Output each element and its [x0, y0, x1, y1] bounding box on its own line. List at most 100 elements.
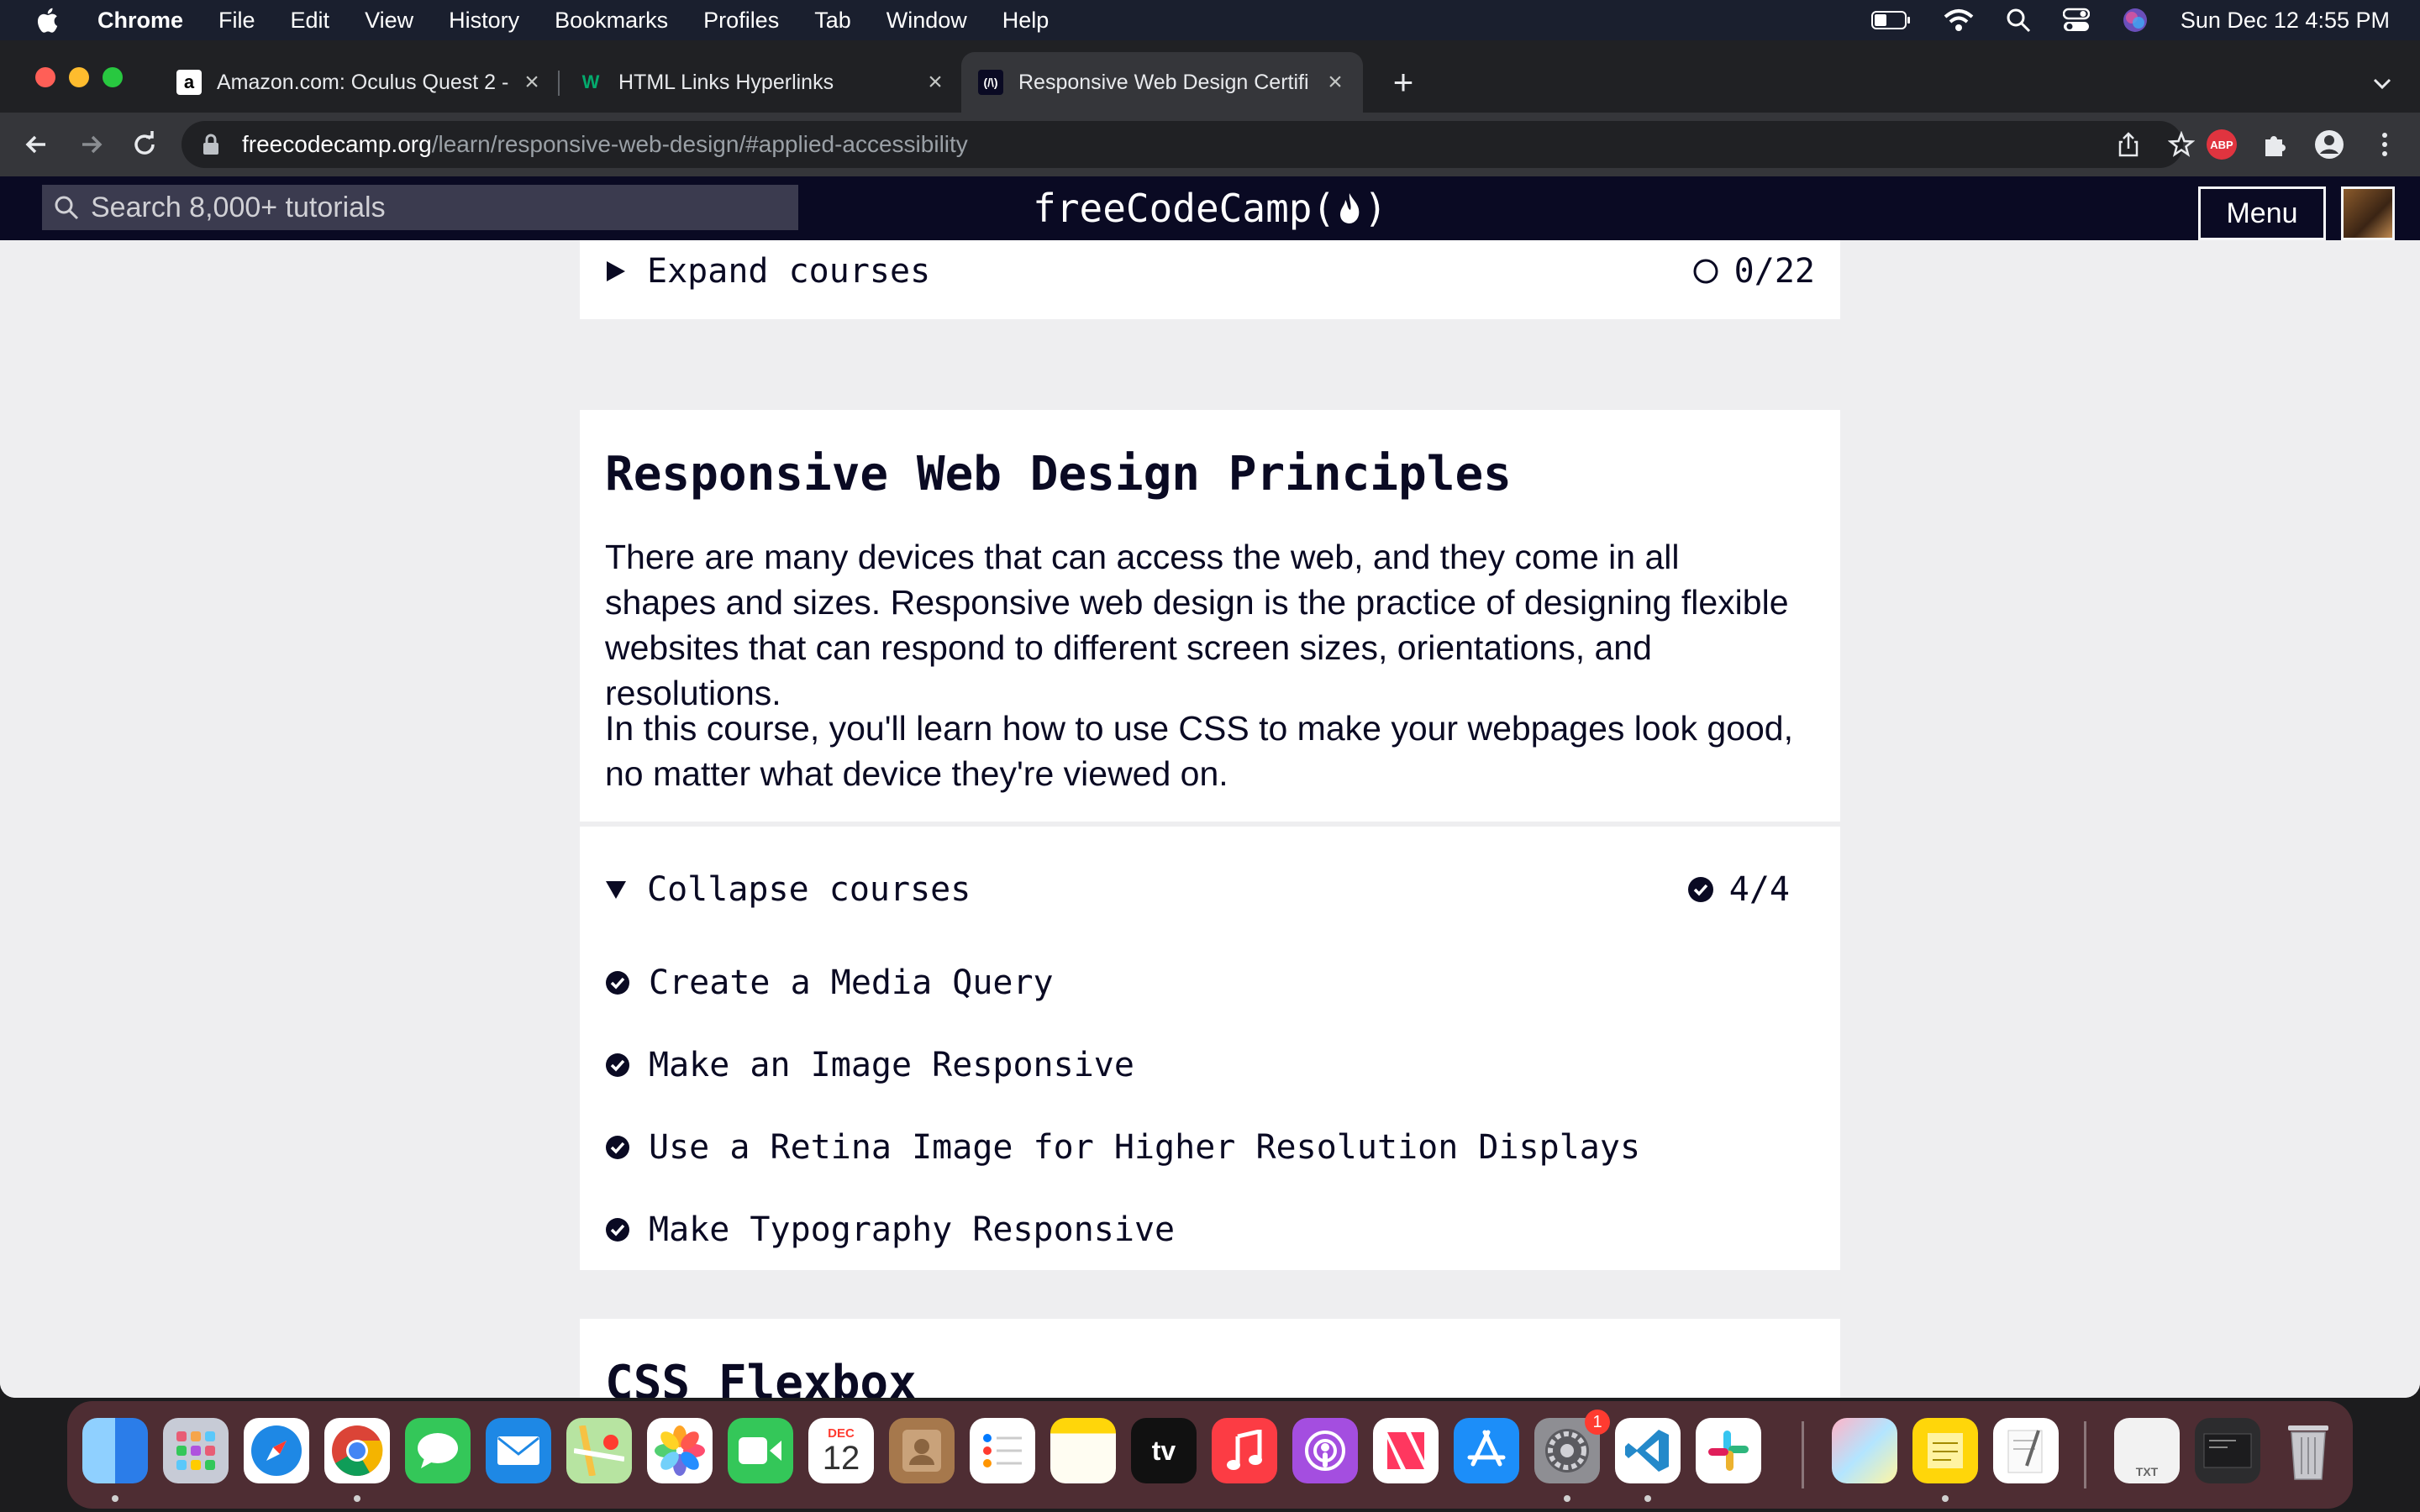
menu-app-name[interactable]: Chrome	[97, 8, 183, 34]
textedit-icon[interactable]	[1993, 1418, 2059, 1483]
fcc-flame-icon	[1340, 193, 1360, 223]
block-intro-paragraph: In this course, you'll learn how to use …	[605, 709, 1793, 793]
txt-document-icon[interactable]: TXT	[2114, 1418, 2180, 1483]
app-store-icon[interactable]	[1454, 1418, 1519, 1483]
apple-tv-icon[interactable]: tv	[1131, 1418, 1197, 1483]
messages-icon[interactable]	[405, 1418, 471, 1483]
bookmark-star-icon[interactable]	[2168, 131, 2195, 158]
divider	[580, 822, 1840, 827]
reload-icon[interactable]	[128, 128, 161, 161]
menu-view[interactable]: View	[365, 8, 413, 34]
profile-icon[interactable]	[2314, 129, 2344, 160]
chrome-menu-kebab-icon[interactable]	[2370, 129, 2400, 160]
menu-bookmarks[interactable]: Bookmarks	[555, 8, 668, 34]
menu-edit[interactable]: Edit	[291, 8, 330, 34]
completed-check-icon	[606, 971, 629, 995]
calendar-icon[interactable]: DEC 12	[808, 1418, 874, 1483]
menu-clock[interactable]: Sun Dec 12 4:55 PM	[2181, 8, 2390, 34]
w3schools-favicon-icon: W	[581, 71, 600, 92]
tab-close-icon[interactable]: ×	[923, 70, 948, 95]
apple-menu-icon[interactable]	[34, 5, 64, 35]
stickies-icon[interactable]	[1912, 1418, 1978, 1483]
reminders-icon[interactable]	[970, 1418, 1035, 1483]
macos-dock: DEC 12 tv 1 TXT	[67, 1401, 2353, 1509]
triangle-down-icon	[606, 881, 626, 899]
chrome-icon[interactable]	[324, 1418, 390, 1483]
music-icon[interactable]	[1212, 1418, 1277, 1483]
tab-search-chevron-icon[interactable]	[2368, 69, 2396, 97]
lesson-link[interactable]: Make an Image Responsive	[605, 1040, 1134, 1090]
lesson-link[interactable]: Use a Retina Image for Higher Resolution…	[605, 1122, 1640, 1173]
collapse-courses-button[interactable]: Collapse courses 4/4	[605, 860, 1815, 919]
back-arrow-icon[interactable]	[20, 128, 54, 161]
avatar[interactable]	[2341, 186, 2395, 240]
prev-block-card: Expand courses 0/22	[580, 240, 1840, 319]
safari-icon[interactable]	[244, 1418, 309, 1483]
photos-icon[interactable]	[647, 1418, 713, 1483]
battery-icon[interactable]	[1870, 9, 1912, 31]
notes-icon[interactable]	[1050, 1418, 1116, 1483]
close-window-button[interactable]	[35, 67, 55, 87]
facetime-icon[interactable]	[728, 1418, 793, 1483]
screenshot-thumbnail-icon[interactable]	[2195, 1418, 2260, 1483]
trash-icon[interactable]	[2275, 1418, 2341, 1483]
menu-tab[interactable]: Tab	[814, 8, 851, 34]
extensions-puzzle-icon[interactable]	[2260, 129, 2291, 160]
running-indicator	[354, 1495, 360, 1502]
minimize-window-button[interactable]	[69, 67, 89, 87]
slack-icon[interactable]	[1696, 1418, 1761, 1483]
completed-check-icon	[1687, 877, 1713, 902]
menu-help[interactable]: Help	[1002, 8, 1050, 34]
siri-icon[interactable]	[2122, 7, 2149, 34]
address-bar[interactable]: freecodecamp.org/learn/responsive-web-de…	[182, 121, 2195, 168]
block-intro-paragraph: There are many devices that can access t…	[605, 538, 1789, 712]
recent-app-icon[interactable]	[1832, 1418, 1897, 1483]
menu-profiles[interactable]: Profiles	[703, 8, 779, 34]
adblock-plus-icon[interactable]: ABP	[2207, 129, 2237, 160]
completed-check-icon	[606, 1136, 629, 1159]
lock-icon[interactable]	[202, 133, 220, 156]
mail-icon[interactable]	[486, 1418, 551, 1483]
lesson-title: Make Typography Responsive	[649, 1210, 1176, 1249]
tab-freecodecamp[interactable]: (/\) Responsive Web Design Certifi ×	[961, 52, 1363, 113]
tab-amazon[interactable]: a Amazon.com: Oculus Quest 2 - ×	[160, 52, 546, 113]
vscode-icon[interactable]	[1615, 1418, 1681, 1483]
tab-w3schools[interactable]: W HTML Links Hyperlinks ×	[561, 52, 948, 113]
maximize-window-button[interactable]	[103, 67, 123, 87]
new-tab-button[interactable]: +	[1386, 65, 1420, 100]
fcc-navbar: Search 8,000+ tutorials freeCodeCamp() M…	[0, 176, 2420, 240]
fcc-menu-button[interactable]: Menu	[2198, 186, 2326, 240]
status-area: Sun Dec 12 4:55 PM	[1870, 0, 2390, 40]
forward-arrow-icon[interactable]	[74, 128, 108, 161]
contacts-icon[interactable]	[889, 1418, 955, 1483]
progress-count: 0/22	[1733, 252, 1815, 291]
tab-title: Responsive Web Design Certifi	[1018, 70, 1309, 94]
freecodecamp-favicon-icon: (/\)	[978, 70, 1003, 95]
tab-close-icon[interactable]: ×	[1323, 70, 1348, 95]
news-icon[interactable]	[1373, 1418, 1439, 1483]
maps-icon[interactable]	[566, 1418, 632, 1483]
finder-icon[interactable]	[82, 1418, 148, 1483]
tv-label: tv	[1151, 1435, 1176, 1466]
tab-title: HTML Links Hyperlinks	[618, 70, 834, 94]
spotlight-icon[interactable]	[2006, 8, 2031, 33]
podcasts-icon[interactable]	[1292, 1418, 1358, 1483]
search-icon	[55, 196, 79, 220]
fcc-logo[interactable]: freeCodeCamp()	[1008, 180, 1412, 237]
collapse-courses-label: Collapse courses	[647, 870, 971, 909]
menu-window[interactable]: Window	[886, 8, 967, 34]
wifi-icon[interactable]	[1944, 8, 1974, 32]
block-title: Responsive Web Design Principles	[605, 447, 1512, 501]
fcc-search-input[interactable]: Search 8,000+ tutorials	[42, 185, 798, 230]
lesson-link[interactable]: Make Typography Responsive	[605, 1205, 1175, 1255]
launchpad-icon[interactable]	[163, 1418, 229, 1483]
control-center-icon[interactable]	[2062, 8, 2090, 33]
lesson-link[interactable]: Create a Media Query	[605, 958, 1054, 1008]
chrome-window: a Amazon.com: Oculus Quest 2 - × W HTML …	[0, 40, 2420, 1398]
menu-history[interactable]: History	[449, 8, 519, 34]
share-icon[interactable]	[2116, 131, 2141, 158]
menu-file[interactable]: File	[218, 8, 255, 34]
tab-close-icon[interactable]: ×	[519, 70, 544, 95]
expand-courses-button[interactable]: Expand courses 0/22	[605, 242, 1815, 301]
dock-separator	[2084, 1421, 2086, 1488]
